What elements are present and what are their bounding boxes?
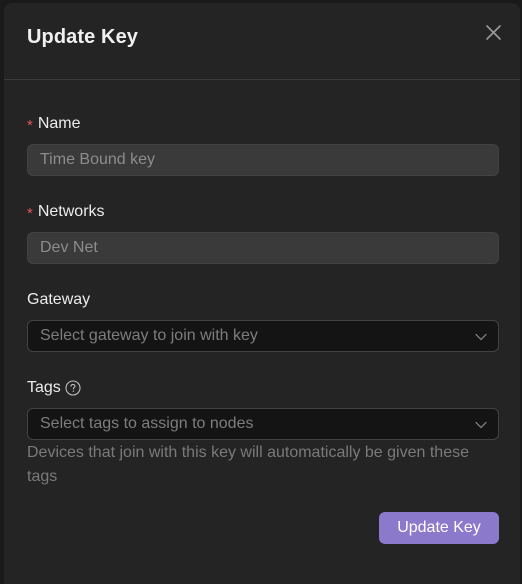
- gateway-select[interactable]: Select gateway to join with key: [27, 320, 499, 352]
- tags-label: Tags: [27, 379, 81, 397]
- tags-helper-text: Devices that join with this key will aut…: [27, 444, 469, 485]
- networks-input[interactable]: Dev Net: [27, 232, 499, 264]
- close-button[interactable]: [483, 22, 505, 44]
- networks-label-text: Networks: [37, 203, 105, 220]
- required-mark: *: [27, 116, 33, 134]
- question-circle-icon[interactable]: [65, 380, 81, 396]
- required-mark: *: [27, 204, 33, 222]
- dialog-header: Update Key: [4, 3, 520, 80]
- gateway-label-text: Gateway: [27, 291, 91, 308]
- update-key-button[interactable]: Update Key: [379, 512, 499, 544]
- tags-select[interactable]: Select tags to assign to nodes: [27, 408, 499, 440]
- name-input[interactable]: Time Bound key: [27, 144, 499, 176]
- gateway-select-placeholder: Select gateway to join with key: [40, 327, 258, 344]
- tags-select-placeholder: Select tags to assign to nodes: [40, 415, 254, 432]
- name-input-value: Time Bound key: [40, 151, 156, 168]
- update-key-dialog: Update Key * Name Time Bound key * Netwo…: [4, 3, 520, 584]
- tags-label-text: Tags: [27, 379, 61, 396]
- chevron-down-icon: [475, 421, 487, 429]
- networks-label: * Networks: [27, 203, 105, 222]
- dialog-title: Update Key: [27, 26, 139, 48]
- close-icon: [486, 25, 501, 40]
- name-label-text: Name: [37, 115, 81, 132]
- gateway-label: Gateway: [27, 291, 90, 309]
- networks-input-value: Dev Net: [40, 239, 98, 256]
- name-label: * Name: [27, 115, 81, 134]
- chevron-down-icon: [475, 333, 487, 341]
